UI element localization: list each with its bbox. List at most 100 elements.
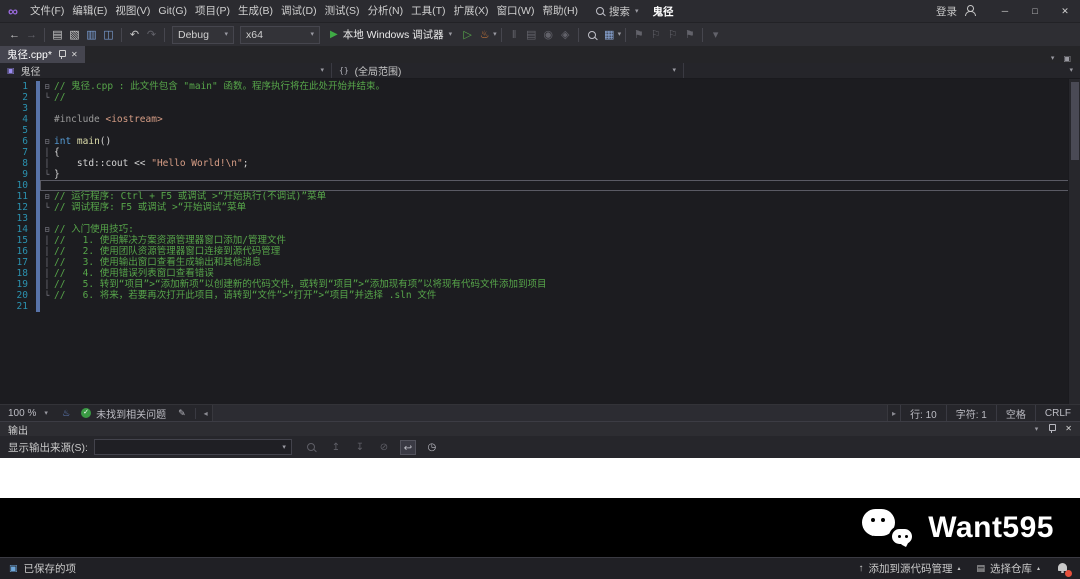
code-line[interactable]: 2└//	[0, 92, 1080, 103]
find-message-icon[interactable]	[307, 443, 315, 451]
select-repository-button[interactable]: ▤ 选择仓库 ▴	[976, 561, 1040, 576]
member-dropdown[interactable]: ▾	[684, 63, 1080, 78]
hot-reload-indicator-icon[interactable]: ♨	[58, 408, 74, 419]
scope-dropdown[interactable]: {} (全局范围) ▾	[332, 63, 684, 78]
code-line[interactable]: 12└// 调试程序: F5 或调试 >“开始调试”菜单	[0, 202, 1080, 213]
break-all-icon[interactable]: ‖	[506, 24, 523, 46]
code-line[interactable]: 1⊟// 鬼径.cpp : 此文件包含 "main" 函数。程序执行将在此处开始…	[0, 81, 1080, 92]
menu-item[interactable]: 帮助(H)	[538, 0, 582, 22]
menu-item[interactable]: 视图(V)	[111, 0, 154, 22]
navigate-forward-icon[interactable]: →	[23, 24, 40, 46]
code-line[interactable]: 21	[0, 301, 1080, 312]
horizontal-scrollbar[interactable]	[212, 405, 888, 421]
menu-item[interactable]: 文件(F)	[26, 0, 68, 22]
search-box[interactable]: 搜索 ▾	[596, 4, 639, 19]
zoom-dropdown[interactable]: 100 % ▾	[0, 408, 58, 419]
word-wrap-icon[interactable]: ↩	[400, 440, 416, 455]
tab-active-document[interactable]: 鬼径.cpp* ✕	[0, 46, 85, 63]
solution-platform-dropdown[interactable]: x64 ▾	[240, 26, 320, 44]
code-line[interactable]: 17│// 3. 使用输出窗口查看生成输出和其他消息	[0, 257, 1080, 268]
code-line[interactable]: 19│// 5. 转到“项目”>“添加新项”以创建新的代码文件，或转到“项目”>…	[0, 279, 1080, 290]
collapse-region-icon[interactable]: ⊟	[40, 136, 54, 147]
code-line[interactable]: 15│// 1. 使用解决方案资源管理器窗口添加/管理文件	[0, 235, 1080, 246]
code-cleanup-icon[interactable]: ✎	[173, 408, 191, 419]
code-line[interactable]: 4#include <iostream>	[0, 114, 1080, 125]
toolbar-overflow-icon[interactable]: ▾	[707, 24, 724, 46]
save-all-icon[interactable]: ◫	[100, 24, 117, 46]
close-pane-icon[interactable]: ✕	[1065, 425, 1072, 433]
hot-reload-icon[interactable]: ♨	[476, 24, 493, 46]
menu-item[interactable]: 分析(N)	[364, 0, 408, 22]
notifications-button[interactable]	[1056, 561, 1071, 576]
solution-explorer-icon[interactable]: ▦	[601, 24, 618, 46]
code-line[interactable]: 10	[0, 180, 1080, 191]
save-icon[interactable]: ▥	[83, 24, 100, 46]
code-line[interactable]: 13	[0, 213, 1080, 224]
collapse-region-icon[interactable]: ⊟	[40, 191, 54, 202]
code-line[interactable]: 14⊟// 入门使用技巧:	[0, 224, 1080, 235]
navigate-backward-icon[interactable]: ←	[6, 24, 23, 46]
menu-item[interactable]: Git(G)	[154, 0, 191, 22]
new-file-icon[interactable]: ▤	[49, 24, 66, 46]
project-dropdown[interactable]: ▣ 鬼径 ▾	[0, 63, 332, 78]
code-line[interactable]: 9└}	[0, 169, 1080, 180]
scroll-left-icon[interactable]: ◂	[200, 409, 212, 418]
code-line[interactable]: 3	[0, 103, 1080, 114]
code-line[interactable]: 5	[0, 125, 1080, 136]
solution-configuration-dropdown[interactable]: Debug ▾	[172, 26, 234, 44]
pane-options-icon[interactable]: ▾	[1035, 426, 1039, 433]
menu-item[interactable]: 扩展(X)	[450, 0, 493, 22]
open-file-icon[interactable]: ▧	[66, 24, 83, 46]
scroll-right-icon[interactable]: ▸	[888, 409, 900, 418]
diagnostics-window-icon[interactable]: ◈	[557, 24, 574, 46]
document-health-indicator[interactable]: ✓ 未找到相关问题	[74, 406, 173, 421]
output-source-dropdown[interactable]: ▾	[94, 439, 292, 455]
code-editor[interactable]: 1⊟// 鬼径.cpp : 此文件包含 "main" 函数。程序执行将在此处开始…	[0, 79, 1080, 404]
next-message-icon[interactable]: ↧	[352, 440, 368, 455]
clear-all-output-icon[interactable]: ⊘	[376, 440, 392, 455]
collapse-region-icon[interactable]: ⊟	[40, 224, 54, 235]
next-bookmark-icon[interactable]: ⚐	[664, 24, 681, 46]
pin-pane-icon[interactable]	[1048, 424, 1055, 434]
code-line[interactable]: 8│ std::cout << "Hello World!\n";	[0, 158, 1080, 169]
collapse-region-icon[interactable]: ⊟	[40, 81, 54, 92]
menu-item[interactable]: 生成(B)	[234, 0, 277, 22]
open-documents-dropdown-icon[interactable]: ▾	[1051, 55, 1055, 62]
clear-bookmarks-icon[interactable]: ⚑	[681, 24, 698, 46]
menu-item[interactable]: 窗口(W)	[493, 0, 539, 22]
toggle-bookmark-icon[interactable]: ⚑	[630, 24, 647, 46]
menu-item[interactable]: 测试(S)	[321, 0, 364, 22]
find-in-files-icon[interactable]	[588, 31, 596, 39]
minimize-button[interactable]: ─	[990, 0, 1020, 22]
vertical-scrollbar[interactable]	[1068, 79, 1080, 404]
menu-item[interactable]: 工具(T)	[407, 0, 449, 22]
code-line[interactable]: 20└// 6. 将来，若要再次打开此项目，请转到“文件”>“打开”>“项目”并…	[0, 290, 1080, 301]
code-line[interactable]: 11⊟// 运行程序: Ctrl + F5 或调试 >“开始执行(不调试)”菜单	[0, 191, 1080, 202]
close-button[interactable]: ✕	[1050, 0, 1080, 22]
pin-icon[interactable]	[58, 50, 65, 60]
code-line[interactable]: 6⊟int main()	[0, 136, 1080, 147]
output-content[interactable]	[0, 458, 1080, 498]
start-debugging-button[interactable]: ▶ 本地 Windows 调试器 ▾	[323, 27, 459, 42]
spaces-indicator[interactable]: 空格	[996, 405, 1035, 421]
menu-item[interactable]: 调试(D)	[277, 0, 321, 22]
close-tab-icon[interactable]: ✕	[71, 51, 78, 59]
code-line[interactable]: 18│// 4. 使用错误列表窗口查看错误	[0, 268, 1080, 279]
breakpoints-window-icon[interactable]: ◉	[540, 24, 557, 46]
maximize-button[interactable]: □	[1020, 0, 1050, 22]
add-to-source-control-button[interactable]: ↑ 添加到源代码管理 ▴	[858, 561, 960, 576]
menu-item[interactable]: 编辑(E)	[68, 0, 111, 22]
previous-bookmark-icon[interactable]: ⚐	[647, 24, 664, 46]
sign-in-link[interactable]: 登录	[936, 4, 957, 19]
menu-item[interactable]: 项目(P)	[191, 0, 234, 22]
tab-options-icon[interactable]: ▣	[1063, 54, 1071, 63]
start-without-debugging-icon[interactable]: ▷	[459, 24, 476, 46]
code-line[interactable]: 7│{	[0, 147, 1080, 158]
clock-icon[interactable]: ◷	[424, 440, 440, 455]
redo-icon[interactable]: ↷	[143, 24, 160, 46]
scrollbar-thumb[interactable]	[1071, 82, 1079, 160]
previous-message-icon[interactable]: ↥	[328, 440, 344, 455]
undo-icon[interactable]: ↶	[126, 24, 143, 46]
output-pane-header[interactable]: 输出 ▾ ✕	[0, 421, 1080, 436]
show-output-icon[interactable]: ▤	[523, 24, 540, 46]
